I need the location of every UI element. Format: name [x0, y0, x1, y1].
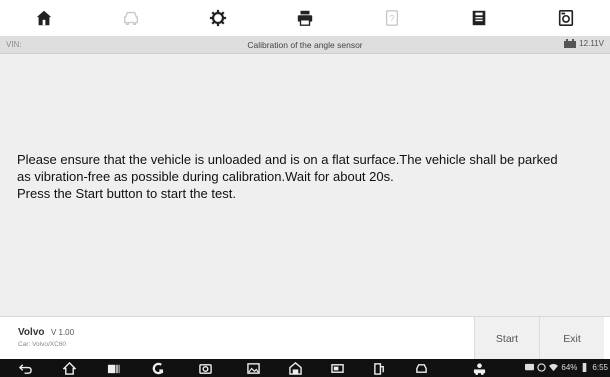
- car-nav-icon[interactable]: [414, 361, 428, 375]
- home-nav-icon[interactable]: [62, 361, 76, 375]
- instruction-message: Please ensure that the vehicle is unload…: [17, 152, 558, 201]
- top-toolbar: ?: [0, 0, 610, 36]
- help-button[interactable]: ?: [349, 0, 436, 36]
- settings-button[interactable]: [174, 0, 261, 36]
- car-battery-icon: [564, 39, 577, 48]
- bottom-bar: Volvo V 1.00 Car: Volvo/XC60 Start Exit: [0, 316, 610, 360]
- message-icon: [525, 363, 535, 371]
- garage-icon[interactable]: [288, 361, 302, 375]
- save-icon: [472, 10, 486, 26]
- voltage-value: 12.11V: [579, 39, 604, 48]
- status-bar: VIN: Calibration of the angle sensor 12.…: [0, 36, 610, 54]
- page-title: Calibration of the angle sensor: [247, 40, 363, 50]
- screenshot-nav-icon[interactable]: [198, 361, 212, 375]
- home-button[interactable]: [0, 0, 87, 36]
- battery-icon: [583, 363, 587, 372]
- vci-icon[interactable]: [330, 361, 344, 375]
- recent-apps-icon[interactable]: [106, 361, 120, 375]
- home-icon: [36, 10, 51, 26]
- vehicle-info: Volvo V 1.00 Car: Volvo/XC60: [18, 322, 74, 348]
- android-nav-bar: 64% 6:55: [0, 359, 610, 377]
- gear-icon: [209, 9, 226, 27]
- exit-button[interactable]: Exit: [539, 317, 604, 360]
- back-icon[interactable]: [18, 361, 32, 375]
- sync-icon: [537, 363, 547, 372]
- system-status: 64% 6:55: [525, 363, 608, 372]
- print-icon: [297, 10, 313, 26]
- help-icon: ?: [386, 10, 399, 26]
- battery-voltage: 12.11V: [564, 39, 604, 48]
- fuel-icon[interactable]: [372, 361, 386, 375]
- app-icon[interactable]: [150, 361, 164, 375]
- battery-percent: 64%: [561, 363, 578, 372]
- start-button[interactable]: Start: [474, 317, 539, 360]
- save-button[interactable]: [436, 0, 523, 36]
- svg-text:?: ?: [390, 14, 395, 24]
- print-button[interactable]: [261, 0, 348, 36]
- gallery-icon[interactable]: [246, 361, 260, 375]
- diagnostics-icon[interactable]: [472, 361, 486, 375]
- wifi-icon: [549, 363, 559, 372]
- clock: 6:55: [592, 363, 608, 372]
- software-version: V 1.00: [50, 328, 75, 337]
- camera-icon: [559, 9, 574, 27]
- content-area: Please ensure that the vehicle is unload…: [0, 54, 610, 316]
- vehicle-model: Car: Volvo/XC60: [18, 341, 67, 348]
- vehicle-button[interactable]: [87, 0, 174, 36]
- screenshot-button[interactable]: [523, 0, 610, 36]
- car-icon: [123, 11, 138, 25]
- vehicle-make: Volvo: [18, 327, 45, 338]
